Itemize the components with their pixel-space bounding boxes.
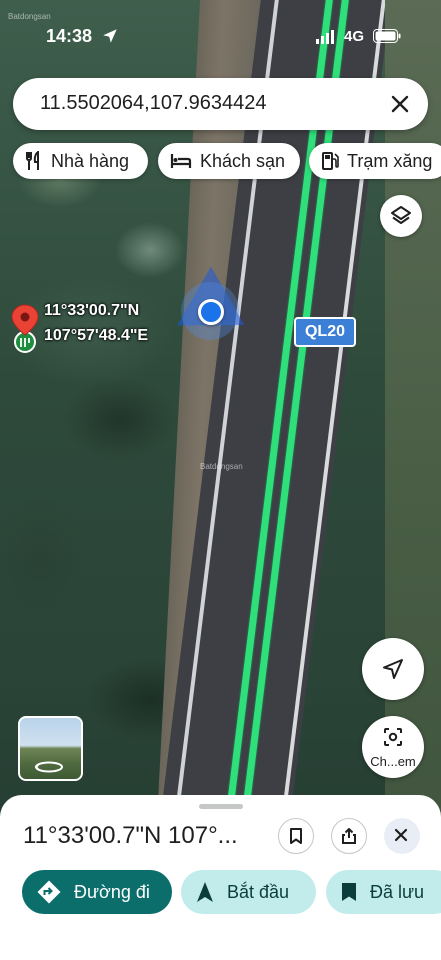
current-location-dot[interactable]: [198, 299, 224, 325]
place-title: 11°33'00.7"N 107°...: [23, 822, 238, 849]
directions-button[interactable]: Đường đi: [22, 870, 172, 914]
drag-handle[interactable]: [199, 804, 243, 809]
navigation-arrow-icon: [383, 659, 403, 679]
camera-lens-icon: [384, 728, 402, 746]
navigation-icon: [197, 882, 213, 902]
status-bar: 14:38 4G: [0, 0, 441, 60]
status-time: 14:38: [46, 26, 93, 46]
close-icon: [394, 828, 408, 842]
bookmark-filled-icon: [342, 883, 356, 901]
bookmark-icon: [290, 828, 302, 844]
chip-label: Khách sạn: [200, 150, 286, 171]
network-type: 4G: [344, 28, 365, 45]
restaurant-icon: [26, 151, 39, 170]
saved-label: Đã lưu: [370, 881, 425, 902]
chip-label: Nhà hàng: [51, 150, 130, 171]
sheet-close-button[interactable]: [384, 818, 420, 854]
layers-icon: [391, 206, 411, 224]
chip-label: Trạm xăng: [347, 150, 433, 171]
directions-label: Đường đi: [74, 881, 150, 902]
save-button[interactable]: [278, 818, 314, 854]
share-button[interactable]: [331, 818, 367, 854]
share-icon: [342, 828, 356, 844]
street-view-thumbnail[interactable]: [18, 716, 83, 781]
place-bottom-sheet[interactable]: 11°33'00.7"N 107°... Đường đi Bắt đầu Đã…: [0, 795, 441, 960]
start-button[interactable]: Bắt đầu: [181, 870, 316, 914]
saved-button[interactable]: Đã lưu: [326, 870, 441, 914]
chip-restaurants[interactable]: Nhà hàng: [13, 143, 148, 179]
map-pin-icon[interactable]: [10, 303, 40, 355]
location-arrow-icon: [103, 29, 117, 43]
lens-label: Ch...em: [370, 754, 416, 769]
my-location-button[interactable]: [362, 638, 424, 700]
close-icon[interactable]: [388, 92, 412, 116]
search-input[interactable]: 11.5502064,107.9634424: [40, 92, 267, 115]
pin-latitude: 11°33'00.7"N: [44, 302, 140, 319]
signal-icon: [316, 30, 334, 44]
lens-button[interactable]: Ch...em: [362, 716, 424, 778]
layers-button[interactable]: [380, 195, 422, 237]
directions-icon: [37, 880, 61, 904]
battery-icon: [373, 29, 401, 43]
chip-gas-stations[interactable]: Trạm xăng: [309, 143, 441, 179]
search-bar[interactable]: 11.5502064,107.9634424: [13, 78, 428, 130]
chip-hotels[interactable]: Khách sạn: [158, 143, 300, 179]
road-shield[interactable]: QL20: [294, 317, 356, 347]
watermark: Batdongsan: [200, 462, 243, 471]
gas-station-icon: [322, 152, 339, 170]
rotate-360-icon: [34, 761, 63, 773]
start-label: Bắt đầu: [227, 881, 290, 902]
hotel-icon: [170, 154, 192, 168]
pin-longitude: 107°57'48.4"E: [44, 327, 149, 344]
